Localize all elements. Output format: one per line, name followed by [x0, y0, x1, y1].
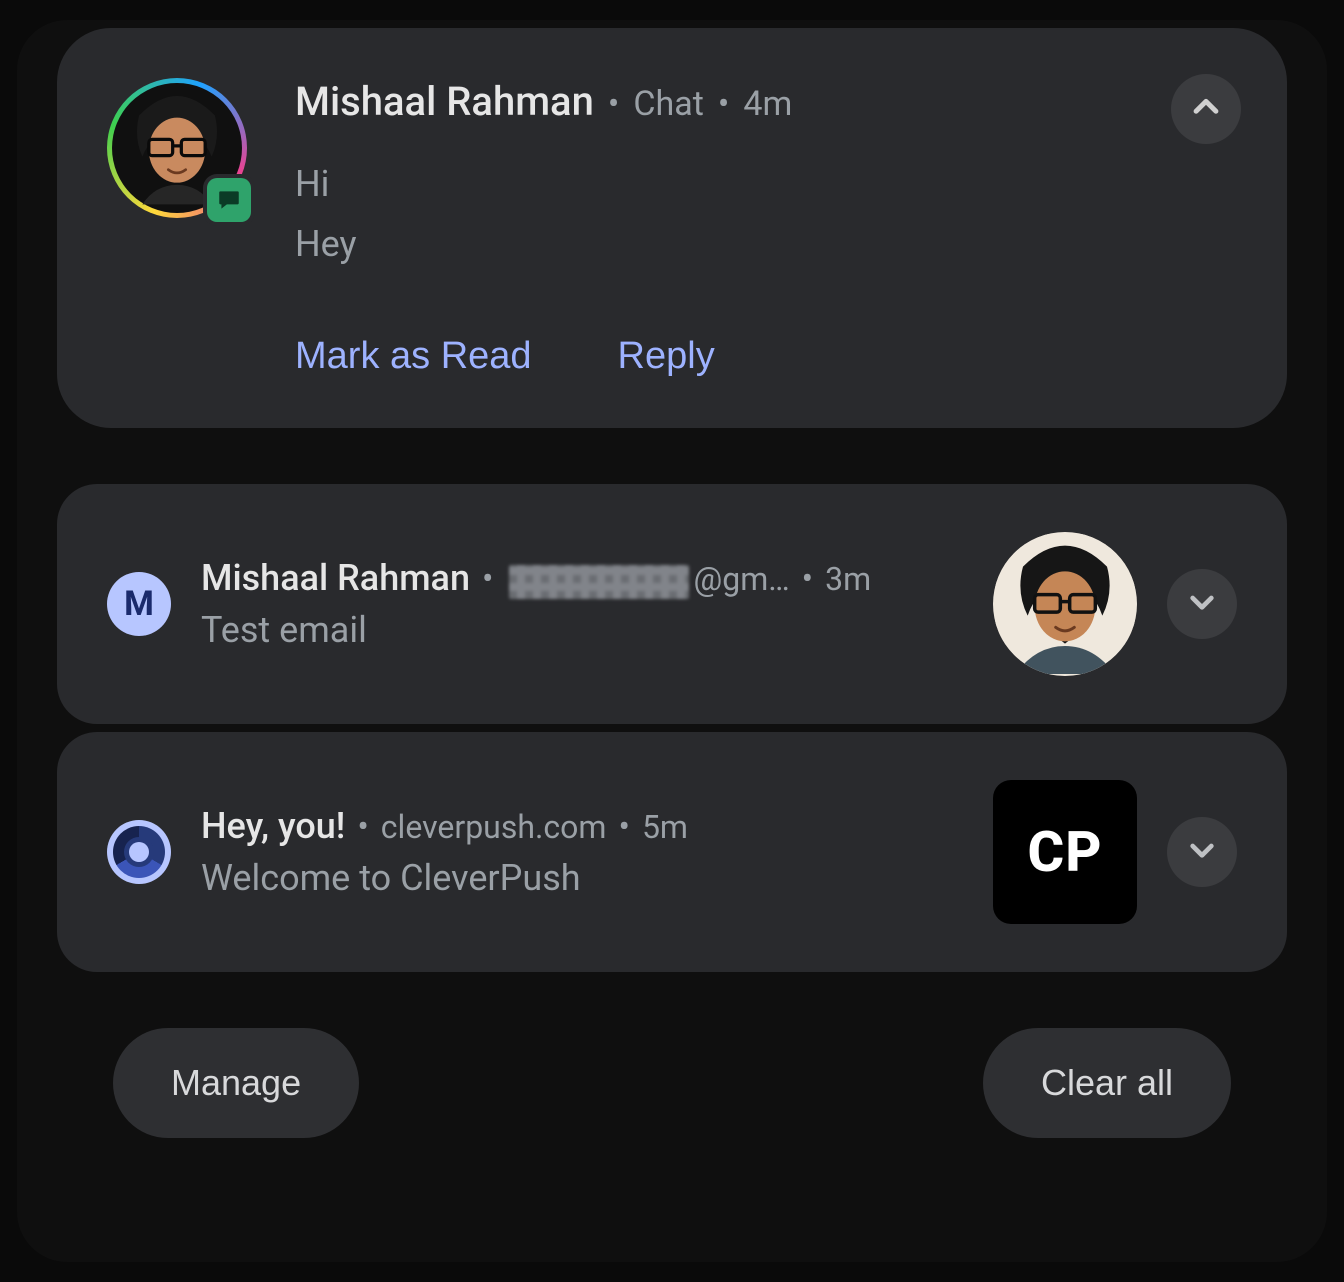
- notification-title: Hey, you!: [201, 805, 345, 847]
- separator: •: [482, 559, 493, 599]
- notification-group: M Mishaal Rahman • @gm… • 3m Test email: [57, 484, 1287, 972]
- message-line: Hi: [295, 163, 1237, 205]
- timestamp: 4m: [743, 84, 792, 124]
- sender-avatar: [993, 532, 1137, 676]
- gmail-icon: M: [107, 572, 171, 636]
- chevron-up-icon: [1189, 90, 1223, 128]
- redacted-text: [509, 565, 689, 599]
- notification-header: Mishaal Rahman • @gm… • 3m: [201, 557, 963, 599]
- site-name: cleverpush.com: [381, 808, 607, 846]
- expand-button[interactable]: [1167, 569, 1237, 639]
- shade-footer: Manage Clear all: [57, 1028, 1287, 1138]
- separator: •: [608, 84, 619, 124]
- sender-name: Mishaal Rahman: [295, 78, 594, 125]
- manage-button[interactable]: Manage: [113, 1028, 359, 1138]
- notification-body: Mishaal Rahman • Chat • 4m Hi Hey Mark a…: [295, 78, 1237, 378]
- separator: •: [802, 559, 813, 599]
- separator: •: [618, 807, 629, 847]
- app-name: Chat: [633, 84, 703, 124]
- message-preview: Hi Hey: [295, 163, 1237, 265]
- collapse-button[interactable]: [1171, 74, 1241, 144]
- notification-header: Mishaal Rahman • Chat • 4m: [295, 78, 1237, 125]
- notification-gmail[interactable]: M Mishaal Rahman • @gm… • 3m Test email: [57, 484, 1287, 724]
- timestamp: 3m: [825, 560, 871, 598]
- notification-thumbnail: CP: [993, 780, 1137, 924]
- notification-header: Hey, you! • cleverpush.com • 5m: [201, 805, 963, 847]
- chevron-down-icon: [1186, 834, 1218, 870]
- email-subject: Test email: [201, 609, 963, 651]
- notification-chat[interactable]: Mishaal Rahman • Chat • 4m Hi Hey Mark a…: [57, 28, 1287, 428]
- sender-name: Mishaal Rahman: [201, 557, 470, 599]
- separator: •: [718, 84, 729, 124]
- message-line: Hey: [295, 223, 1237, 265]
- notification-actions: Mark as Read Reply: [295, 335, 1237, 378]
- notification-shade: Mishaal Rahman • Chat • 4m Hi Hey Mark a…: [17, 20, 1327, 1262]
- chevron-down-icon: [1186, 586, 1218, 622]
- clear-all-button[interactable]: Clear all: [983, 1028, 1231, 1138]
- separator: •: [357, 807, 368, 847]
- notification-chrome[interactable]: Hey, you! • cleverpush.com • 5m Welcome …: [57, 732, 1287, 972]
- chat-app-badge-icon: [207, 178, 251, 222]
- timestamp: 5m: [642, 808, 688, 846]
- notification-body-text: Welcome to CleverPush: [201, 857, 963, 899]
- sender-avatar: [107, 78, 247, 218]
- thumbnail-label: CP: [1028, 819, 1103, 885]
- email-address: @gm…: [505, 560, 789, 599]
- expand-button[interactable]: [1167, 817, 1237, 887]
- chrome-icon: [107, 820, 171, 884]
- reply-button[interactable]: Reply: [618, 335, 715, 378]
- mark-as-read-button[interactable]: Mark as Read: [295, 335, 532, 378]
